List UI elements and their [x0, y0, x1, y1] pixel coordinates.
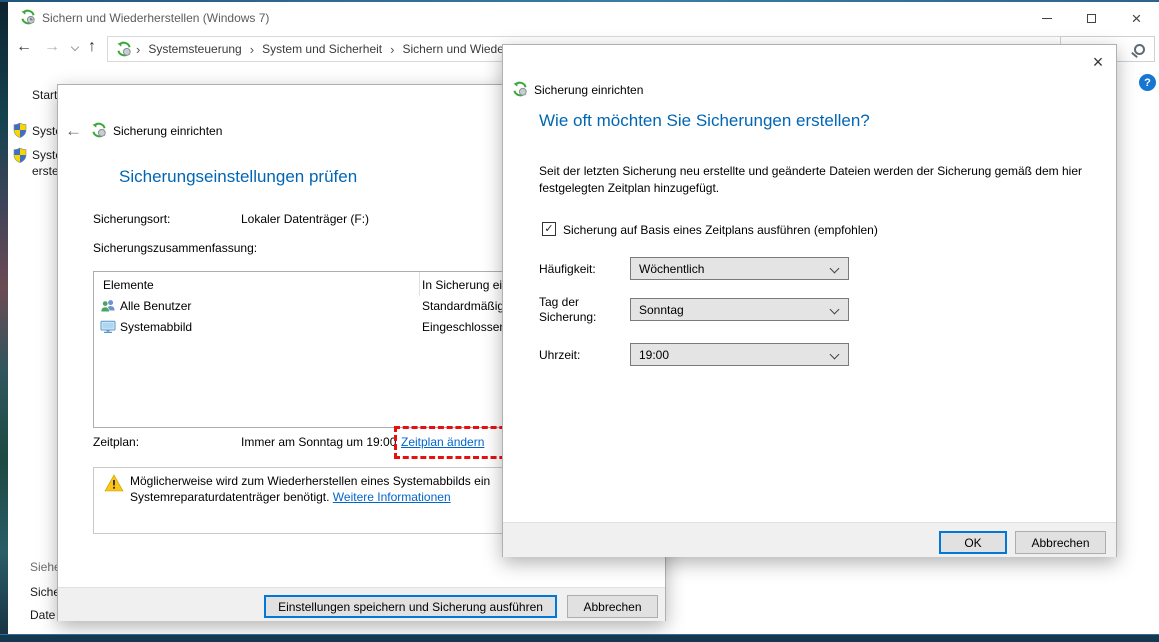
sidebar-task-2-line2[interactable]: erste [32, 164, 59, 178]
window-top-border [0, 0, 1159, 2]
close-icon: × [1093, 52, 1104, 73]
breadcrumb-item-sichern[interactable]: Sichern und Wieder [398, 42, 511, 56]
backup-location-label: Sicherungsort: [93, 212, 170, 226]
backup-app-icon [512, 81, 528, 97]
breadcrumb-separator: › [246, 42, 258, 57]
cancel-button[interactable]: Abbrechen [1015, 531, 1106, 554]
minimize-icon [1042, 18, 1052, 19]
dialog1-footer: Einstellungen speichern und Sicherung au… [58, 587, 665, 621]
titlebar: Sichern und Wiederherstellen (Windows 7)… [8, 2, 1159, 32]
save-settings-run-backup-button[interactable]: Einstellungen speichern und Sicherung au… [264, 595, 557, 618]
time-label: Uhrzeit: [539, 348, 580, 362]
breadcrumb-separator: › [132, 42, 144, 57]
warning-line-2: Systemreparaturdatenträger benötigt. [130, 490, 333, 504]
item-name: Alle Benutzer [120, 299, 191, 313]
back-icon[interactable]: ← [16, 39, 32, 55]
backup-day-value: Sonntag [639, 303, 684, 317]
backup-location-value: Lokaler Datenträger (F:) [241, 212, 369, 226]
dialog2-heading: Wie oft möchten Sie Sicherungen erstelle… [539, 111, 870, 131]
frequency-value: Wöchentlich [639, 262, 704, 276]
dialog-back-icon[interactable]: ← [65, 122, 82, 139]
uac-shield-icon [12, 147, 28, 163]
backup-app-icon [20, 9, 36, 25]
breadcrumb-item-system-und-sicherheit[interactable]: System und Sicherheit [258, 42, 386, 56]
chevron-down-icon [830, 264, 840, 274]
backup-app-icon [91, 122, 107, 138]
close-icon: × [1132, 10, 1142, 27]
dialog-header-title: Sicherung einrichten [534, 83, 643, 97]
schedule-checkbox[interactable]: ✓ [542, 222, 556, 236]
breadcrumb-app-icon [116, 41, 132, 57]
up-icon[interactable]: ↑ [88, 39, 96, 55]
time-value: 19:00 [639, 348, 669, 362]
chevron-down-icon [830, 305, 840, 315]
maximize-button[interactable] [1069, 2, 1114, 34]
schedule-label: Zeitplan: [93, 435, 139, 449]
column-header-in-sicherung: In Sicherung ei [422, 278, 502, 292]
warning-line-1: Möglicherweise wird zum Wiederherstellen… [130, 474, 490, 488]
item-name: Systemabbild [120, 320, 192, 334]
sidebar-link-2[interactable]: Date [30, 608, 55, 622]
schedule-description: Seit der letzten Sicherung neu erstellte… [539, 163, 1095, 197]
ok-button[interactable]: OK [939, 531, 1007, 554]
frequency-label: Häufigkeit: [539, 262, 596, 276]
search-icon [1134, 44, 1145, 55]
minimize-button[interactable] [1024, 2, 1069, 34]
forward-icon[interactable]: → [44, 39, 60, 55]
warning-icon [104, 474, 124, 492]
sidebar-link-1[interactable]: Siche [30, 585, 60, 599]
time-dropdown[interactable]: 19:00 [630, 343, 849, 366]
table-column-divider [419, 272, 420, 296]
more-information-link[interactable]: Weitere Informationen [333, 490, 451, 504]
screen: Sichern und Wiederherstellen (Windows 7)… [0, 0, 1159, 642]
check-icon: ✓ [544, 224, 553, 235]
item-status: Eingeschlossen [422, 320, 506, 334]
item-status: Standardmäßig [422, 299, 504, 313]
monitor-icon [100, 319, 116, 335]
chevron-down-icon [830, 350, 840, 360]
dialog-backup-schedule: × Sicherung einrichten Wie oft möchten S… [502, 44, 1117, 557]
sidebar-item-home[interactable]: Start [32, 88, 57, 102]
dialog1-heading: Sicherungseinstellungen prüfen [119, 167, 357, 187]
cancel-button[interactable]: Abbrechen [567, 595, 658, 618]
schedule-value: Immer am Sonntag um 19:00 [241, 435, 396, 449]
backup-day-dropdown[interactable]: Sonntag [630, 298, 849, 321]
breadcrumb-separator: › [386, 42, 398, 57]
dialog-close-button[interactable]: × [1083, 49, 1113, 75]
window-title: Sichern und Wiederherstellen (Windows 7) [42, 11, 269, 25]
taskbar[interactable] [0, 634, 1159, 642]
breadcrumb-item-systemsteuerung[interactable]: Systemsteuerung [144, 42, 245, 56]
users-icon [100, 298, 116, 314]
maximize-icon [1087, 14, 1096, 23]
schedule-checkbox-label: Sicherung auf Basis eines Zeitplans ausf… [563, 223, 878, 237]
close-button[interactable]: × [1114, 2, 1159, 34]
frequency-dropdown[interactable]: Wöchentlich [630, 257, 849, 280]
dialog-header-title: Sicherung einrichten [113, 124, 222, 138]
desktop-background-strip [0, 0, 8, 642]
column-header-elemente: Elemente [103, 278, 154, 292]
backup-day-label: Tag der Sicherung: [539, 295, 603, 325]
history-chevron-icon[interactable] [71, 43, 79, 51]
help-icon[interactable]: ? [1139, 74, 1156, 91]
uac-shield-icon [12, 122, 28, 138]
backup-summary-label: Sicherungszusammenfassung: [93, 241, 257, 255]
dialog2-footer: OK Abbrechen [503, 522, 1116, 557]
